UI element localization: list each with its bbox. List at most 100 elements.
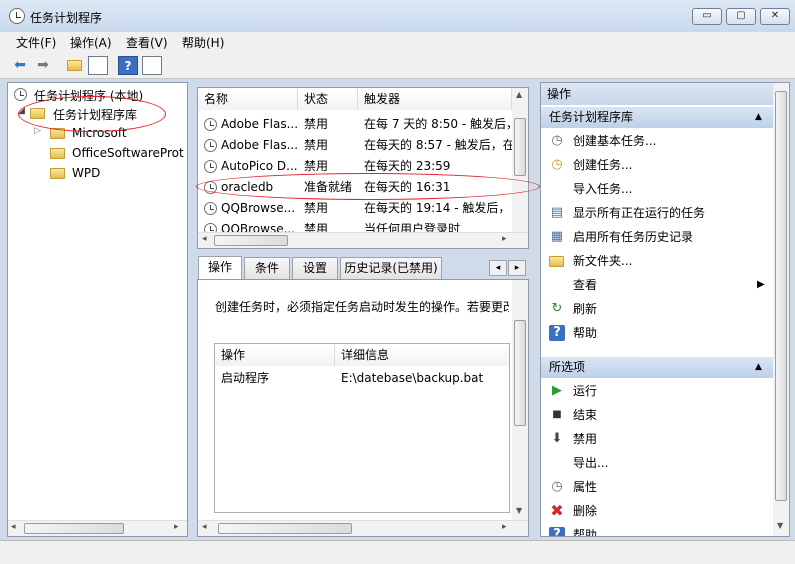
section-library-label: 任务计划程序库	[549, 110, 634, 124]
collapse-triangle-icon[interactable]: ▲	[755, 107, 762, 128]
help-icon[interactable]: ?	[118, 56, 138, 75]
task-status: 禁用	[304, 201, 329, 215]
action-create-task[interactable]: ◷ 创建任务...	[541, 153, 773, 177]
help-icon: ?	[549, 527, 565, 536]
task-name: Adobe Flas...	[221, 117, 297, 131]
actions-vertical-scrollbar[interactable]: ▼	[773, 83, 789, 536]
menu-bar: 文件(F) 操作(A) 查看(V) 帮助(H)	[0, 32, 795, 52]
scroll-right-arrow-icon[interactable]: ▸	[174, 522, 179, 532]
actions-table: 操作 详细信息 启动程序 E:\datebase\backup.bat	[214, 343, 510, 513]
task-row[interactable]: Adobe Flas... 禁用 在每 7 天的 8:50 - 触发后，	[198, 114, 512, 135]
refresh-icon: ↻	[551, 301, 563, 316]
task-list-vertical-scrollbar[interactable]: ▲	[512, 88, 528, 232]
action-new-folder[interactable]: 新文件夹...	[541, 249, 773, 273]
properties-clock-icon: ◷	[551, 479, 563, 494]
detail-horizontal-scrollbar[interactable]: ◂ ▸	[198, 520, 528, 536]
window-title: 任务计划程序	[30, 11, 103, 25]
actions-table-header: 操作 详细信息	[215, 344, 509, 366]
task-trigger: 在每 7 天的 8:50 - 触发后，	[364, 117, 512, 131]
action-help-selected[interactable]: ? 帮助	[541, 523, 773, 536]
folder-icon	[50, 168, 65, 179]
new-task-icon: ◷	[551, 157, 563, 172]
task-list-scroll-thumb[interactable]	[514, 118, 526, 176]
scroll-right-arrow-icon[interactable]: ▸	[502, 234, 507, 244]
tabs-scroll-right-icon[interactable]: ▸	[508, 260, 526, 276]
detail-scroll-thumb[interactable]	[514, 320, 526, 426]
action-properties[interactable]: ◷ 属性	[541, 475, 773, 499]
running-tasks-icon: ▤	[550, 205, 564, 220]
action-delete[interactable]: ✖ 删除	[541, 499, 773, 523]
task-row[interactable]: QQBrowse... 禁用 在每天的 19:14 - 触发后，	[198, 198, 512, 219]
scroll-up-arrow-icon[interactable]: ▲	[516, 90, 522, 99]
action-disable[interactable]: ⬇ 禁用	[541, 427, 773, 451]
actions-pane: 操作 任务计划程序库 ▲ ◷ 创建基本任务... ◷ 创建任务... 导入任务.…	[540, 82, 790, 537]
column-header-trigger[interactable]: 触发器	[358, 88, 512, 110]
folder-icon	[50, 148, 65, 159]
action-refresh[interactable]: ↻ 刷新	[541, 297, 773, 321]
column-header-action[interactable]: 操作	[215, 344, 335, 366]
scroll-left-arrow-icon[interactable]: ◂	[202, 522, 207, 532]
scroll-left-arrow-icon[interactable]: ◂	[202, 234, 207, 244]
minimize-button[interactable]: ▭	[692, 8, 722, 25]
tree-item-officesoftwareprotection[interactable]: OfficeSoftwareProte	[34, 145, 184, 163]
tree-scroll-thumb[interactable]	[24, 523, 124, 534]
action-view[interactable]: 查看 ▶	[541, 273, 773, 297]
tab-settings[interactable]: 设置	[292, 257, 338, 279]
tab-actions[interactable]: 操作	[198, 256, 242, 280]
section-header-selected[interactable]: 所选项 ▲	[541, 357, 773, 378]
task-trigger: 在每天的 8:57 - 触发后，在	[364, 138, 512, 152]
task-list-horizontal-scrollbar[interactable]: ◂ ▸	[198, 232, 528, 248]
column-header-name[interactable]: 名称	[198, 88, 298, 110]
menu-file[interactable]: 文件(F)	[16, 34, 56, 51]
scroll-left-arrow-icon[interactable]: ◂	[11, 522, 16, 532]
forward-arrow-icon[interactable]: ➡	[33, 56, 53, 75]
back-arrow-icon[interactable]: ⬅	[10, 56, 30, 75]
menu-help[interactable]: 帮助(H)	[182, 34, 224, 51]
action-import-task[interactable]: 导入任务...	[541, 177, 773, 201]
maximize-button[interactable]: ▢	[726, 8, 756, 25]
task-list-pane: 名称 状态 触发器 Adobe Flas... 禁用 在每 7 天的 8:50 …	[197, 87, 529, 249]
up-folder-icon[interactable]	[64, 56, 84, 75]
task-row[interactable]: Adobe Flas... 禁用 在每天的 8:57 - 触发后，在	[198, 135, 512, 156]
tabs-scroll-left-icon[interactable]: ◂	[489, 260, 507, 276]
close-button[interactable]: ✕	[760, 8, 790, 25]
library-actions-list: ◷ 创建基本任务... ◷ 创建任务... 导入任务... ▤ 显示所有正在运行…	[541, 129, 773, 357]
scroll-down-arrow-icon[interactable]: ▼	[777, 521, 783, 530]
collapsed-triangle-icon[interactable]: ▷	[34, 126, 41, 136]
task-status: 禁用	[304, 222, 329, 232]
action-details: E:\datebase\backup.bat	[341, 371, 484, 385]
detail-scroll-thumb-h[interactable]	[218, 523, 352, 534]
actions-scroll-thumb[interactable]	[775, 91, 787, 501]
tab-history[interactable]: 历史记录(已禁用)	[340, 257, 442, 279]
navigation-tree: 任务计划程序 (本地) ◢ 任务计划程序库 ▷ Microsoft Office…	[7, 82, 188, 537]
action-row[interactable]: 启动程序 E:\datebase\backup.bat	[215, 368, 509, 389]
detail-vertical-scrollbar[interactable]: ▼	[512, 280, 528, 520]
status-bar	[0, 540, 795, 564]
task-row[interactable]: QQBrowse... 禁用 当任何用户登录时	[198, 219, 512, 232]
tree-horizontal-scrollbar[interactable]: ◂ ▸	[8, 520, 187, 536]
action-end[interactable]: ■ 结束	[541, 403, 773, 427]
menu-view[interactable]: 查看(V)	[126, 34, 168, 51]
task-list-scroll-thumb-h[interactable]	[214, 235, 288, 246]
action-run[interactable]: ▶ 运行	[541, 379, 773, 403]
menu-action[interactable]: 操作(A)	[70, 34, 112, 51]
action-enable-history[interactable]: ▦ 启用所有任务历史记录	[541, 225, 773, 249]
tree-item-wpd[interactable]: WPD	[34, 165, 184, 183]
collapse-triangle-icon[interactable]: ▲	[755, 357, 762, 378]
section-header-library[interactable]: 任务计划程序库 ▲	[541, 107, 773, 128]
column-header-details[interactable]: 详细信息	[335, 344, 509, 366]
action-help[interactable]: ? 帮助	[541, 321, 773, 345]
show-hide-tree-icon[interactable]	[88, 56, 108, 75]
scroll-right-arrow-icon[interactable]: ▸	[502, 522, 507, 532]
actions-tab-content: 创建任务时，必须指定任务启动时发生的操作。若要更改 操作 详细信息 启动程序 E…	[197, 279, 529, 537]
show-hide-action-pane-icon[interactable]	[142, 56, 162, 75]
task-list-header: 名称 状态 触发器	[198, 88, 512, 110]
action-export[interactable]: 导出...	[541, 451, 773, 475]
history-log-icon: ▦	[550, 229, 564, 244]
scroll-down-arrow-icon[interactable]: ▼	[516, 506, 522, 515]
column-header-status[interactable]: 状态	[298, 88, 358, 110]
tree-wpd-label: WPD	[72, 166, 101, 180]
action-show-running-tasks[interactable]: ▤ 显示所有正在运行的任务	[541, 201, 773, 225]
action-create-basic-task[interactable]: ◷ 创建基本任务...	[541, 129, 773, 153]
tab-conditions[interactable]: 条件	[244, 257, 290, 279]
